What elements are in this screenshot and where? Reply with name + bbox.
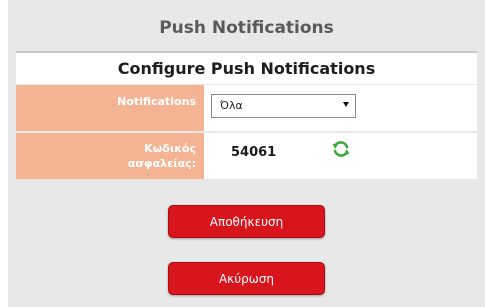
notifications-value-cell: Όλα [204,85,477,131]
security-code-label-line1: Κωδικός [144,142,196,155]
settings-form: Notifications Όλα Κωδικός ασφαλείας: 540… [16,85,477,179]
security-code-value: 54061 [231,145,277,160]
cancel-button[interactable]: Ακύρωση [168,262,325,295]
notifications-label: Notifications [16,85,204,131]
security-code-value-cell: 54061 [204,133,477,179]
push-notifications-dialog: Push Notifications Configure Push Notifi… [8,0,485,307]
security-code-label-line2: ασφαλείας: [127,157,196,170]
notifications-selected-value: Όλα [220,99,243,112]
security-code-label: Κωδικός ασφαλείας: [16,133,204,179]
save-button[interactable]: Αποθήκευση [168,205,325,238]
notifications-select[interactable]: Όλα [211,94,356,118]
dialog-title: Push Notifications [159,18,334,38]
section-header: Configure Push Notifications [16,53,477,84]
security-code-row: Κωδικός ασφαλείας: 54061 [16,133,477,179]
refresh-icon[interactable] [331,139,351,159]
chevron-down-icon [343,102,349,107]
notifications-row: Notifications Όλα [16,85,477,131]
